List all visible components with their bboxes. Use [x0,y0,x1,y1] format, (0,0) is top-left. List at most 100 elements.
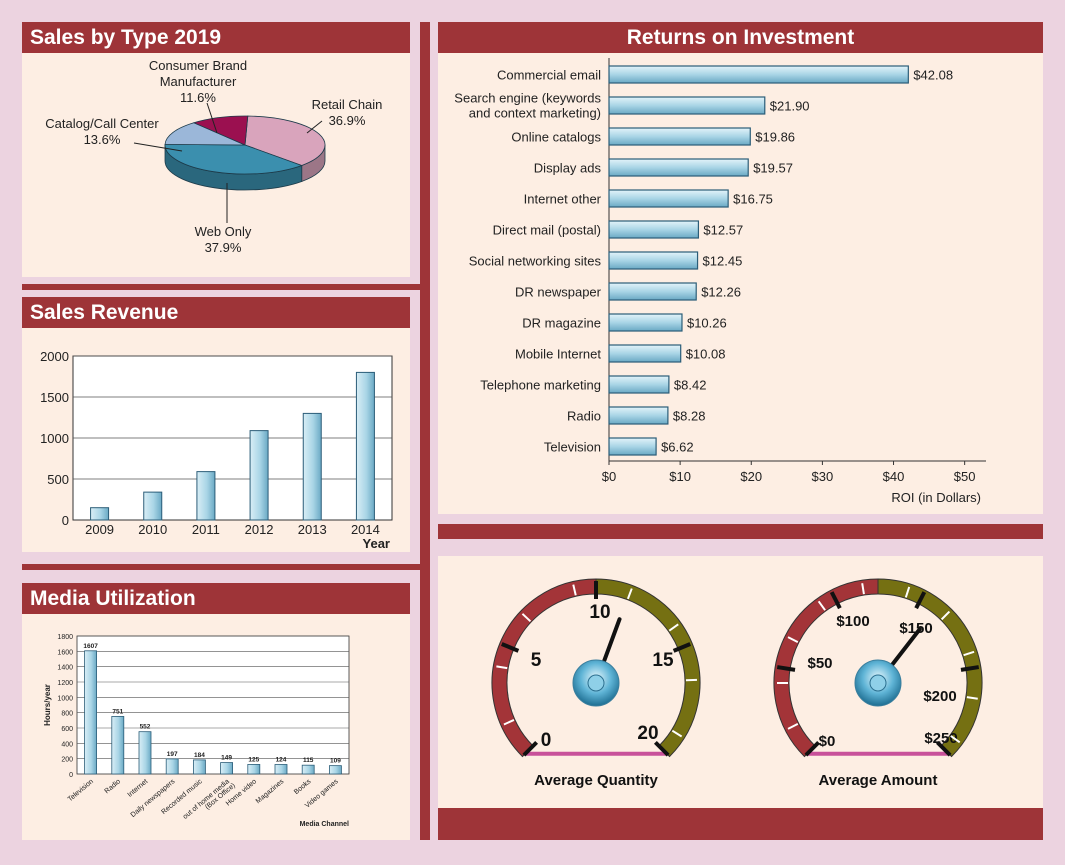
roi-category-5: Direct mail (postal) [493,223,601,238]
gauge-tick-label-0-2: 10 [589,602,610,623]
roi-bar-4 [608,189,729,208]
media-value-1: 751 [112,708,123,715]
revenue-xtick-4: 2013 [298,522,327,537]
pie-panel-title: Sales by Type 2019 [22,22,410,53]
pie-value-0: 36.9% [329,113,366,128]
roi-bar-3 [608,158,749,177]
roi-xtick-3: $30 [812,469,834,484]
pie-chart: Retail Chain36.9% Web Only37.9% Catalog/Ca… [45,58,382,255]
media-value-7: 124 [276,756,287,763]
roi-bar-9 [608,344,682,363]
gauge-tick-label-0-0: 0 [541,730,552,751]
roi-category-7: DR newspaper [515,285,602,300]
roi-xtick-4: $40 [883,469,905,484]
gauge-tick-label-1-2: $100 [836,613,869,630]
media-value-8: 115 [303,757,314,764]
roi-category-12: Television [544,440,601,455]
revenue-xtick-5: 2014 [351,522,380,537]
media-ytick-8: 1600 [57,649,73,656]
revenue-bar-1 [143,491,163,521]
media-xtick-7: Magazines [255,778,286,805]
media-bar-6 [247,764,261,775]
media-bar-4 [192,759,206,775]
media-ytick-0: 0 [69,772,73,779]
gauge-major-tick-1-4 [960,665,980,672]
roi-value-10: $8.42 [674,378,707,393]
roi-xtick-0: $0 [602,469,616,484]
gauge-area: 05101520Average Quantity$0$50$100 $150$20… [491,578,983,789]
pie-label-2-0: Catalog/Call Center [45,116,159,131]
media-ytick-7: 1400 [57,665,73,672]
left-divider-1 [22,284,420,290]
roi-category-6: Social networking sites [469,254,602,269]
media-xtick-8: Books [293,778,313,796]
roi-bar-12 [608,437,657,456]
gauge-title-0: Average Quantity [534,772,658,789]
roi-category-1-b: and context marketing) [469,106,601,121]
roi-bar-11 [608,406,669,425]
pie-label-1-0: Web Only [195,224,252,239]
gauge-tick-label-0-3: 15 [652,650,674,671]
roi-value-11: $8.28 [673,409,706,424]
roi-bar-10 [608,375,670,394]
roi-category-1-a: Search engine (keywords [454,91,601,106]
roi-category-4: Internet other [524,192,602,207]
media-xtick-2: Internet [127,778,150,799]
roi-category-10: Telephone marketing [480,378,601,393]
roi-value-4: $16.75 [733,192,773,207]
revenue-bar-3 [249,430,269,521]
roi-bar-1 [608,96,766,115]
media-bar-7 [274,764,288,775]
roi-bar-6 [608,251,699,270]
revenue-chart: 0 500 1000 1500 2000 2009 2010 2011 2012 2013 2014… [40,349,393,551]
roi-category-2: Online catalogs [511,130,601,145]
media-chart: 0 200 400 600 800 1000 1200 1400 1600 1800 Hours/y… [43,634,350,828]
revenue-ytick-1: 500 [47,472,69,487]
roi-bar-0 [608,65,909,84]
roi-category-3: Display ads [534,161,602,176]
revenue-ytick-3: 1500 [40,390,69,405]
media-value-2: 552 [140,724,151,731]
media-bar-9 [328,765,342,775]
media-value-0: 1607 [83,643,98,650]
roi-value-1: $21.90 [770,99,810,114]
media-xtick-0: Television [67,778,95,803]
roi-value-6: $12.45 [703,254,743,269]
media-panel-title: Media Utilization [22,583,410,614]
media-value-4: 184 [194,752,205,759]
roi-category-0: Commercial email [497,68,601,83]
roi-value-5: $12.57 [703,223,743,238]
media-ytick-9: 1800 [57,634,73,641]
right-divider [438,524,1043,539]
revenue-ytick-2: 1000 [40,431,69,446]
media-ytick-5: 1000 [57,695,73,702]
gauge-tick-label-1-0: $0 [819,733,836,750]
media-value-3: 197 [167,751,178,758]
roi-value-0: $42.08 [913,68,953,83]
revenue-ytick-4: 2000 [40,349,69,364]
roi-bar-8 [608,313,683,332]
media-ytick-3: 600 [61,726,73,733]
pie-value-2: 13.6% [84,132,121,147]
media-xtick-5-a: out of home media [182,778,231,821]
media-xlabel: Media Channel [300,821,349,828]
roi-value-3: $19.57 [753,161,793,176]
gauge-tick-label-1-4: $200 [923,688,956,705]
gauge-tick-label-1-1: $50 [807,655,832,672]
gauge-tick-label-0-4: 20 [637,723,658,744]
left-divider-2 [22,564,420,570]
roi-category-9: Mobile Internet [515,347,601,362]
vertical-divider [420,22,430,840]
roi-chart: $42.08 Commercial email $21.90 Search engin… [454,58,986,505]
revenue-ytick-0: 0 [62,513,69,528]
media-bar-2 [138,731,152,775]
pie-label-3-1: Manufacturer [160,74,237,89]
revenue-xtick-3: 2012 [245,522,274,537]
media-value-5: 149 [221,755,232,762]
revenue-bar-5 [355,371,375,521]
revenue-xlabel: Year [363,536,390,551]
pie-label-3-0: Consumer Brand [149,58,247,73]
roi-xlabel: ROI (in Dollars) [891,490,981,505]
media-bar-3 [165,758,179,775]
roi-value-7: $12.26 [701,285,741,300]
